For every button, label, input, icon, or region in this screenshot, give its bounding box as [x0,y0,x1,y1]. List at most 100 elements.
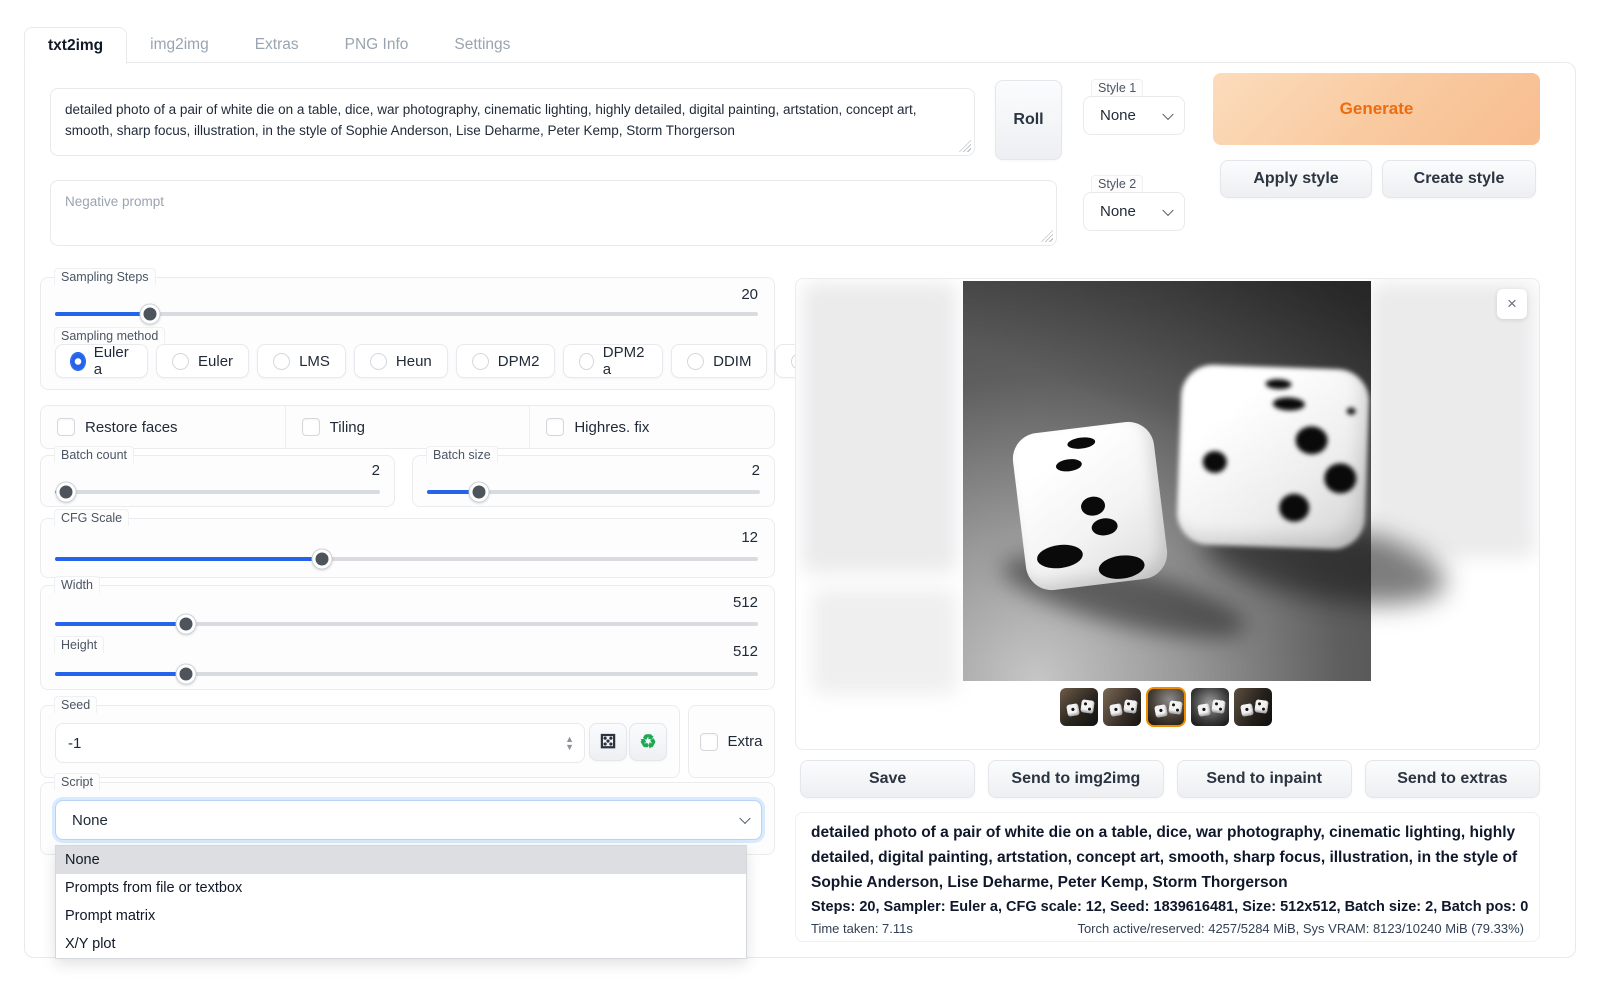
batch-size-value: 2 [752,462,760,479]
style2-label: Style 2 [1091,175,1143,192]
style1-label: Style 1 [1091,79,1143,96]
seed-value: -1 [68,735,81,752]
sampler-label: Euler a [94,344,132,378]
restore-faces-toggle[interactable]: Restore faces [41,406,285,448]
send-to-img2img-button[interactable]: Send to img2img [988,760,1163,798]
batch-count-slider[interactable] [55,490,380,494]
tab-bar: txt2img img2img Extras PNG Info Settings [24,27,533,63]
slider-handle[interactable] [313,550,332,569]
tab-extras[interactable]: Extras [232,27,322,63]
batch-count-label: Batch count [54,446,134,463]
sampler-euler[interactable]: Euler [156,344,249,378]
seed-panel: Seed -1 ▲▼ ⚄ ♻ [40,705,680,778]
sampler-label: LMS [299,353,330,370]
toggle-label: Tiling [330,419,365,436]
script-dropdown-menu: None Prompts from file or textbox Prompt… [55,845,747,959]
batch-size-slider[interactable] [427,490,760,494]
checkbox-icon[interactable] [302,418,320,436]
height-value: 512 [733,643,758,660]
sampler-lms[interactable]: LMS [257,344,346,378]
close-icon[interactable]: × [1497,289,1527,319]
radio-icon [370,353,387,370]
sampling-steps-value: 20 [741,286,758,303]
sampler-euler-a[interactable]: Euler a [55,344,148,378]
apply-style-button[interactable]: Apply style [1220,160,1372,198]
output-params-text: Steps: 20, Sampler: Euler a, CFG scale: … [811,895,1524,919]
checkbox-icon[interactable] [57,418,75,436]
slider-handle[interactable] [469,483,488,502]
tab-png-info[interactable]: PNG Info [322,27,432,63]
chevron-down-icon [1162,108,1173,119]
seed-input[interactable]: -1 ▲▼ [55,723,585,763]
width-slider[interactable] [55,622,758,626]
cfg-scale-label: CFG Scale [54,509,129,526]
width-value: 512 [733,594,758,611]
roll-button[interactable]: Roll [995,80,1062,160]
save-button[interactable]: Save [800,760,975,798]
die-right [1176,364,1370,550]
thumbnail-strip [1060,687,1272,727]
batch-count-panel: Batch count 2 [40,455,395,507]
slider-handle[interactable] [57,483,76,502]
sampler-heun[interactable]: Heun [354,344,448,378]
tab-settings[interactable]: Settings [431,27,533,63]
generate-button[interactable]: Generate [1213,73,1540,145]
sampler-dpm2[interactable]: DPM2 [456,344,556,378]
width-label: Width [54,576,100,593]
sampler-ddim[interactable]: DDIM [671,344,767,378]
gallery-thumbnail[interactable] [1060,688,1098,726]
height-slider[interactable] [55,672,758,676]
gallery-thumbnail[interactable] [1191,688,1229,726]
script-option-prompt-matrix[interactable]: Prompt matrix [56,902,746,930]
slider-handle[interactable] [176,665,195,684]
sampling-panel: Sampling Steps 20 Sampling method Euler … [40,277,775,390]
script-select[interactable]: None [55,800,762,840]
highres-fix-toggle[interactable]: Highres. fix [529,406,774,448]
create-style-button[interactable]: Create style [1382,160,1536,198]
gallery-thumbnail-selected[interactable] [1146,687,1186,727]
script-option-prompts-from-file[interactable]: Prompts from file or textbox [56,874,746,902]
negative-prompt-input[interactable] [51,181,1056,245]
sampler-label: DDIM [713,353,751,370]
tiling-toggle[interactable]: Tiling [285,406,530,448]
gallery-thumbnail[interactable] [1103,688,1141,726]
prompt-input[interactable]: detailed photo of a pair of white die on… [51,89,974,155]
send-to-inpaint-button[interactable]: Send to inpaint [1177,760,1352,798]
output-prompt-text: detailed photo of a pair of white die on… [811,820,1524,895]
slider-handle[interactable] [140,305,159,324]
tab-img2img[interactable]: img2img [127,27,232,63]
sampler-dpm2-a[interactable]: DPM2 a [563,344,663,378]
tab-txt2img[interactable]: txt2img [24,27,127,64]
die-left [1010,419,1170,593]
sampling-steps-slider[interactable] [55,312,758,316]
negative-prompt-box [50,180,1057,246]
blurred-gallery-background [812,589,957,694]
script-value: None [72,812,108,829]
gallery-thumbnail[interactable] [1234,688,1272,726]
script-option-xy-plot[interactable]: X/Y plot [56,930,746,958]
chevron-down-icon [739,813,750,824]
extra-checkbox[interactable] [700,733,718,751]
seed-stepper[interactable]: ▲▼ [565,735,574,751]
reuse-seed-button[interactable]: ♻ [629,723,667,761]
sampler-label: Heun [396,353,432,370]
radio-icon [472,353,489,370]
checkbox-icon[interactable] [546,418,564,436]
extra-seed-panel: Extra [688,705,775,778]
dice-icon: ⚄ [600,731,617,754]
radio-icon [687,353,704,370]
slider-handle[interactable] [176,615,195,634]
style2-value: None [1100,203,1136,220]
sampling-method-group: Euler a Euler LMS Heun DPM2 DPM2 a DDIM … [55,344,874,378]
sampler-label: DPM2 a [603,344,647,378]
result-actions: Save Send to img2img Send to inpaint Sen… [800,760,1540,798]
send-to-extras-button[interactable]: Send to extras [1365,760,1540,798]
radio-on-icon [71,353,85,370]
random-seed-button[interactable]: ⚄ [589,723,627,761]
script-option-none[interactable]: None [56,846,746,874]
cfg-scale-slider[interactable] [55,557,758,561]
style2-select[interactable]: None [1083,192,1185,231]
style1-select[interactable]: None [1083,96,1185,135]
radio-icon [273,353,290,370]
generated-image[interactable] [963,281,1371,681]
